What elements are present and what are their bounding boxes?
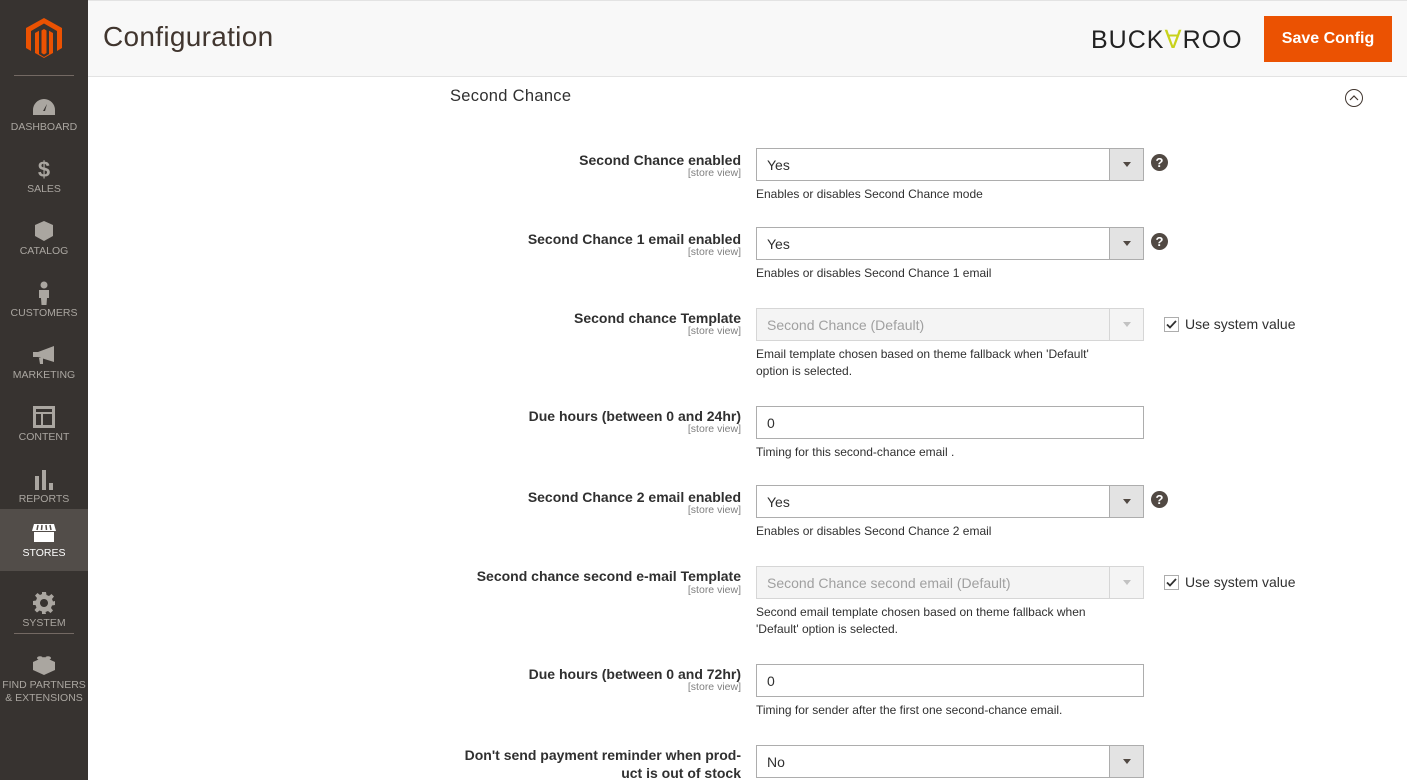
sidebar-divider: [14, 633, 74, 634]
field-scope: [store view]: [687, 681, 741, 693]
chevron-up-icon: [1349, 95, 1359, 101]
chevron-down-icon: [1122, 580, 1131, 585]
checkmark-icon: [1166, 577, 1177, 587]
select-value: No: [767, 753, 785, 770]
chevron-down-icon: [1122, 162, 1131, 167]
field-scope: [store view]: [687, 325, 741, 337]
sidebar-item-label: FIND PARTNERS & EXTENSIONS: [2, 679, 86, 704]
sidebar-item-label: CATALOG: [19, 245, 69, 257]
chevron-down-icon: [1122, 499, 1131, 504]
svg-text:$: $: [38, 158, 50, 180]
checkbox-checked[interactable]: [1164, 316, 1179, 332]
dropdown-arrow[interactable]: [1109, 567, 1143, 598]
help-icon[interactable]: ?: [1151, 233, 1168, 250]
page-header: Configuration BUCK∀ROO Save Config: [88, 0, 1407, 77]
select-value: Yes: [767, 235, 790, 252]
chevron-down-icon: [1122, 322, 1131, 327]
checkbox-checked[interactable]: [1164, 574, 1179, 590]
help-icon[interactable]: ?: [1151, 491, 1168, 508]
sidebar-item-label: SALES: [27, 183, 61, 195]
sidebar-item-label: REPORTS: [18, 493, 70, 505]
due-hours-24-input[interactable]: 0: [756, 406, 1144, 439]
page-title: Configuration: [103, 21, 274, 52]
sidebar-item-stores[interactable]: STORES: [0, 509, 88, 571]
field-note: Second email template chosen based on th…: [756, 605, 1086, 636]
checkbox-label: Use system value: [1185, 574, 1296, 590]
dollar-icon: $: [32, 158, 56, 180]
field-scope: [store view]: [687, 167, 741, 179]
field-scope: [store view]: [687, 504, 741, 516]
megaphone-icon: [32, 344, 56, 366]
field-scope: [store view]: [687, 246, 741, 258]
field-scope: [store view]: [687, 423, 741, 435]
sidebar-item-customers[interactable]: CUSTOMERS: [0, 272, 88, 334]
second-chance-1-email-select[interactable]: Yes: [756, 227, 1144, 260]
chevron-down-icon: [1122, 759, 1131, 764]
dropdown-arrow[interactable]: [1109, 746, 1143, 777]
sidebar-item-label: CUSTOMERS: [10, 307, 78, 319]
magento-logo[interactable]: [0, 0, 88, 76]
dashboard-icon: [32, 96, 56, 118]
field-scope: [store view]: [687, 584, 741, 596]
sidebar-item-label: DASHBOARD: [10, 121, 78, 133]
bar-chart-icon: [32, 468, 56, 490]
out-of-stock-reminder-select[interactable]: No: [756, 745, 1144, 778]
select-value: Yes: [767, 493, 790, 510]
input-value: 0: [767, 414, 775, 431]
field-note: Timing for sender after the first one se…: [756, 703, 1063, 717]
second-email-template-select[interactable]: Second Chance second email (Default): [756, 566, 1144, 599]
sidebar-item-dashboard[interactable]: DASHBOARD: [0, 86, 88, 148]
box-icon: [32, 220, 56, 242]
sidebar-item-label: CONTENT: [18, 431, 70, 443]
sidebar-item-label: STORES: [22, 547, 66, 559]
due-hours-72-input[interactable]: 0: [756, 664, 1144, 697]
person-icon: [32, 281, 56, 305]
brand-text-accent: ∀: [1164, 26, 1183, 54]
save-config-button[interactable]: Save Config: [1264, 16, 1392, 62]
checkbox-label: Use system value: [1185, 316, 1296, 332]
sidebar-item-sales[interactable]: $ SALES: [0, 148, 88, 210]
buckaroo-logo: BUCK∀ROO: [1091, 25, 1243, 55]
field-label: Don't send payment reminder when prod-uc…: [464, 747, 741, 781]
chevron-down-icon: [1122, 241, 1131, 246]
checkmark-icon: [1166, 319, 1177, 329]
select-value: Second Chance second email (Default): [767, 574, 1011, 591]
layout-icon: [32, 406, 56, 428]
field-note: Enables or disables Second Chance mode: [756, 187, 983, 201]
brand-text-post: ROO: [1182, 26, 1243, 54]
dropdown-arrow[interactable]: [1109, 228, 1143, 259]
second-chance-template-select[interactable]: Second Chance (Default): [756, 308, 1144, 341]
field-note: Timing for this second-chance email .: [756, 445, 955, 459]
dropdown-arrow[interactable]: [1109, 149, 1143, 180]
select-value: Second Chance (Default): [767, 316, 925, 333]
sidebar-item-marketing[interactable]: MARKETING: [0, 334, 88, 396]
dropdown-arrow[interactable]: [1109, 486, 1143, 517]
section-title[interactable]: Second Chance: [450, 87, 571, 106]
sidebar-item-system[interactable]: SYSTEM: [0, 582, 88, 644]
dropdown-arrow[interactable]: [1109, 309, 1143, 340]
sidebar-item-label: MARKETING: [12, 369, 76, 381]
sidebar-item-label: SYSTEM: [22, 617, 66, 629]
select-value: Yes: [767, 156, 790, 173]
second-chance-2-email-select[interactable]: Yes: [756, 485, 1144, 518]
field-note: Enables or disables Second Chance 1 emai…: [756, 266, 992, 280]
field-label: Second chance second e-mail Template: [476, 568, 741, 584]
lego-brick-icon: [32, 654, 56, 676]
collapse-section-button[interactable]: [1345, 89, 1363, 107]
sidebar-item-content[interactable]: CONTENT: [0, 396, 88, 458]
second-chance-enabled-select[interactable]: Yes: [756, 148, 1144, 181]
sidebar-item-catalog[interactable]: CATALOG: [0, 210, 88, 272]
use-system-value-checkbox[interactable]: Use system value: [1164, 316, 1295, 332]
use-system-value-checkbox[interactable]: Use system value: [1164, 574, 1295, 590]
field-note: Email template chosen based on theme fal…: [756, 347, 1089, 378]
input-value: 0: [767, 672, 775, 689]
field-note: Enables or disables Second Chance 2 emai…: [756, 524, 992, 538]
help-icon[interactable]: ?: [1151, 154, 1168, 171]
gear-icon: [32, 592, 56, 614]
store-icon: [32, 522, 56, 544]
logo-divider: [14, 75, 74, 76]
brand-text-pre: BUCK: [1091, 26, 1165, 54]
sidebar-item-find-partners[interactable]: FIND PARTNERS & EXTENSIONS: [0, 644, 88, 706]
admin-sidebar: DASHBOARD $ SALES CATALOG CUSTOMERS MARK…: [0, 0, 88, 780]
